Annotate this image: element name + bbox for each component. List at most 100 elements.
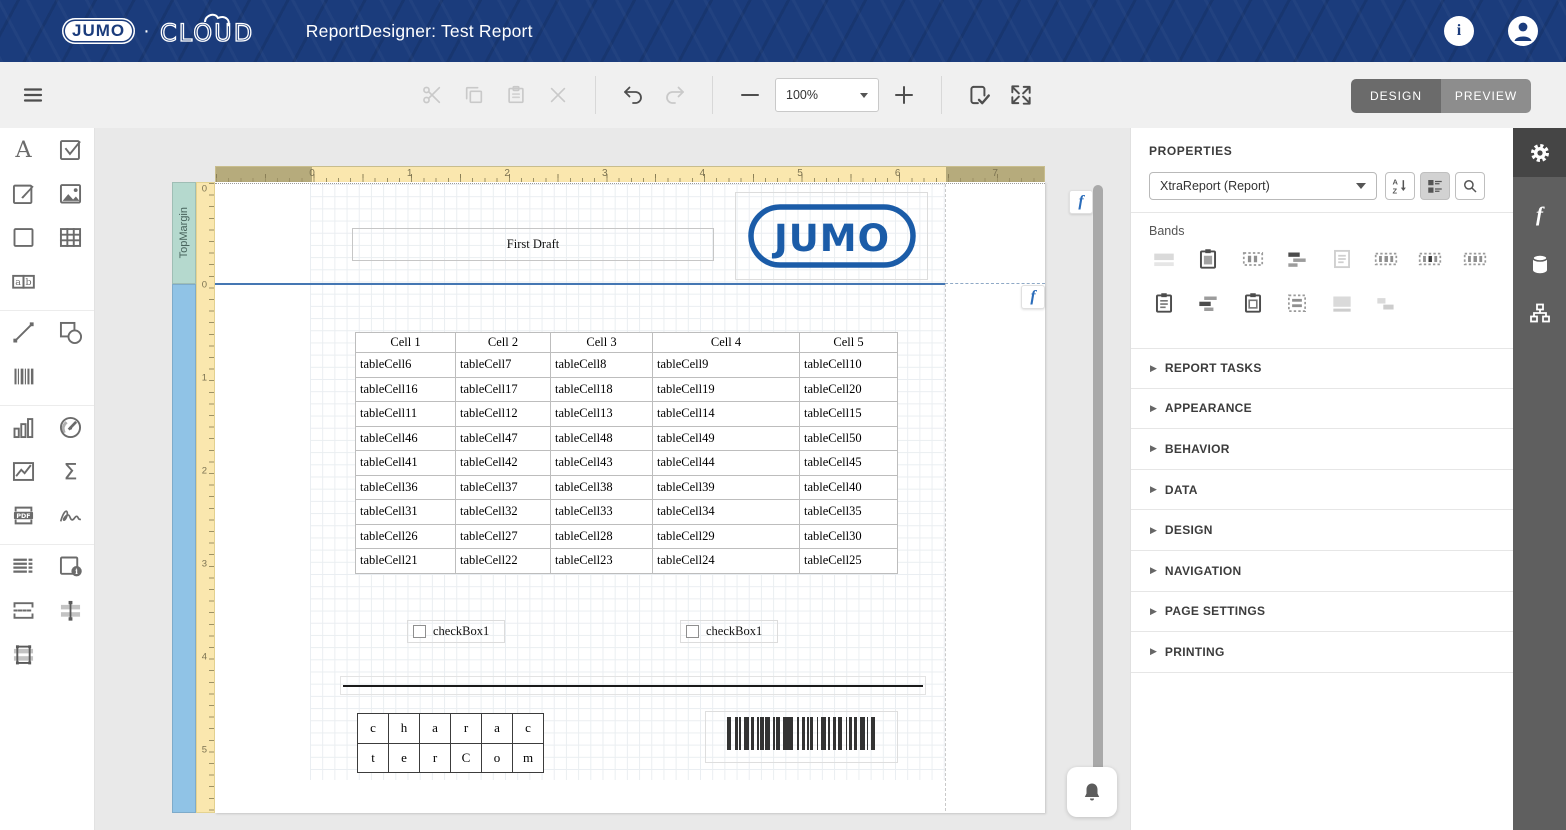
expressions-tab[interactable]: f	[1513, 190, 1566, 239]
comb-cell[interactable]: o	[481, 742, 513, 773]
table-cell[interactable]: tableCell19	[652, 376, 800, 402]
sort-alphabetical-button[interactable]: A Z	[1385, 172, 1415, 200]
section-printing[interactable]: ▶ PRINTING	[1131, 632, 1514, 673]
table-cell[interactable]: tableCell17	[455, 376, 551, 402]
menu-icon[interactable]	[16, 78, 50, 112]
checkbox-square-icon[interactable]	[413, 625, 426, 638]
table-cell[interactable]: tableCell45	[799, 450, 898, 476]
band-icon-top-margin[interactable]	[1151, 246, 1177, 272]
selected-control-dropdown[interactable]: XtraReport (Report)	[1149, 172, 1377, 200]
panel-tool[interactable]	[7, 224, 41, 256]
comb-cell[interactable]: t	[357, 742, 389, 773]
cross-band-line-tool[interactable]	[54, 597, 88, 629]
band-separator-line[interactable]	[215, 283, 945, 285]
table-cell[interactable]: tableCell26	[355, 523, 456, 549]
check-box-tool[interactable]	[54, 136, 88, 168]
comb-cell[interactable]: h	[388, 713, 420, 744]
smart-tag-expression-icon[interactable]: f	[1021, 285, 1045, 309]
cross-band-box-tool[interactable]	[7, 641, 41, 673]
section-navigation[interactable]: ▶ NAVIGATION	[1131, 551, 1514, 592]
table-cell[interactable]: tableCell28	[550, 523, 653, 549]
comb-cell[interactable]: m	[512, 742, 544, 773]
sparkline-tool[interactable]	[7, 458, 41, 490]
signature-tool[interactable]	[54, 502, 88, 534]
zoom-in-icon[interactable]	[887, 78, 921, 112]
line-control[interactable]	[340, 676, 926, 695]
field-list-tab[interactable]	[1513, 239, 1566, 288]
comb-cell[interactable]: C	[450, 742, 482, 773]
cut-icon[interactable]	[415, 78, 449, 112]
comb-cell[interactable]: a	[481, 713, 513, 744]
category-view-button[interactable]	[1420, 172, 1450, 200]
band-icon-vertical-header[interactable]	[1417, 246, 1443, 272]
table-cell[interactable]: tableCell36	[355, 474, 456, 500]
undo-icon[interactable]	[616, 78, 650, 112]
table-cell[interactable]: tableCell29	[652, 523, 800, 549]
comb-cell[interactable]: a	[419, 713, 451, 744]
table-tool[interactable]	[54, 224, 88, 256]
table-cell[interactable]: tableCell21	[355, 548, 456, 574]
preview-tab[interactable]: PREVIEW	[1441, 79, 1531, 113]
table-cell[interactable]: tableCell18	[550, 376, 653, 402]
paste-icon[interactable]	[499, 78, 533, 112]
table-cell[interactable]: tableCell9	[652, 352, 800, 378]
notifications-button[interactable]	[1067, 767, 1117, 817]
table-cell[interactable]: tableCell16	[355, 376, 456, 402]
table-cell[interactable]: tableCell40	[799, 474, 898, 500]
table-cell[interactable]: tableCell24	[652, 548, 800, 574]
table-cell[interactable]: tableCell44	[652, 450, 800, 476]
table-cell[interactable]: tableCell15	[799, 401, 898, 427]
table-cell[interactable]: tableCell33	[550, 499, 653, 525]
table-of-contents-tool[interactable]	[7, 553, 41, 585]
table-cell[interactable]: tableCell31	[355, 499, 456, 525]
band-icon-report-footer[interactable]	[1151, 290, 1177, 316]
table-cell[interactable]: tableCell27	[455, 523, 551, 549]
section-behavior[interactable]: ▶ BEHAVIOR	[1131, 429, 1514, 470]
table-header-cell[interactable]: Cell 5	[799, 332, 898, 353]
vertical-scrollbar[interactable]	[1093, 185, 1103, 805]
barcode-control[interactable]	[705, 711, 898, 763]
band-icon-report-header[interactable]	[1195, 246, 1221, 272]
table-cell[interactable]: tableCell12	[455, 401, 551, 427]
table-cell[interactable]: tableCell41	[355, 450, 456, 476]
table-cell[interactable]: tableCell43	[550, 450, 653, 476]
page-break-tool[interactable]	[7, 597, 41, 629]
table-cell[interactable]: tableCell39	[652, 474, 800, 500]
table-cell[interactable]: tableCell32	[455, 499, 551, 525]
section-design[interactable]: ▶ DESIGN	[1131, 510, 1514, 551]
comb-cell[interactable]: c	[512, 713, 544, 744]
section-data[interactable]: ▶ DATA	[1131, 470, 1514, 511]
character-comb-tool[interactable]: ab	[7, 268, 41, 300]
search-properties-button[interactable]	[1455, 172, 1485, 200]
table-header-cell[interactable]: Cell 3	[550, 332, 653, 353]
properties-tab[interactable]	[1513, 128, 1566, 177]
pdf-content-tool[interactable]: PDF	[7, 502, 41, 534]
band-icon-detail[interactable]	[1329, 246, 1355, 272]
table-cell[interactable]: tableCell42	[455, 450, 551, 476]
table-cell[interactable]: tableCell14	[652, 401, 800, 427]
chart-tool[interactable]	[7, 414, 41, 446]
comb-cell[interactable]: c	[357, 713, 389, 744]
section-report-tasks[interactable]: ▶ REPORT TASKS	[1131, 348, 1514, 389]
comb-cell[interactable]: e	[388, 742, 420, 773]
comb-cell[interactable]: r	[419, 742, 451, 773]
table-cell[interactable]: tableCell8	[550, 352, 653, 378]
top-margin-band-strip[interactable]: TopMargin	[172, 182, 196, 284]
table-cell[interactable]: tableCell20	[799, 376, 898, 402]
table-cell[interactable]: tableCell13	[550, 401, 653, 427]
band-icon-page-footer[interactable]	[1240, 290, 1266, 316]
shape-tool[interactable]	[54, 319, 88, 351]
table-cell[interactable]: tableCell49	[652, 425, 800, 451]
band-icon-bottom-margin[interactable]	[1329, 290, 1355, 316]
table-cell[interactable]: tableCell11	[355, 401, 456, 427]
report-title-label[interactable]: First Draft	[352, 228, 714, 261]
table-header-cell[interactable]: Cell 4	[652, 332, 800, 353]
design-tab[interactable]: DESIGN	[1351, 79, 1441, 113]
delete-icon[interactable]	[541, 78, 575, 112]
band-icon-detail-report[interactable]	[1373, 246, 1399, 272]
character-comb-control[interactable]: characterCom	[357, 713, 544, 773]
table-cell[interactable]: tableCell22	[455, 548, 551, 574]
table-cell[interactable]: tableCell37	[455, 474, 551, 500]
copy-icon[interactable]	[457, 78, 491, 112]
zoom-out-icon[interactable]	[733, 78, 767, 112]
